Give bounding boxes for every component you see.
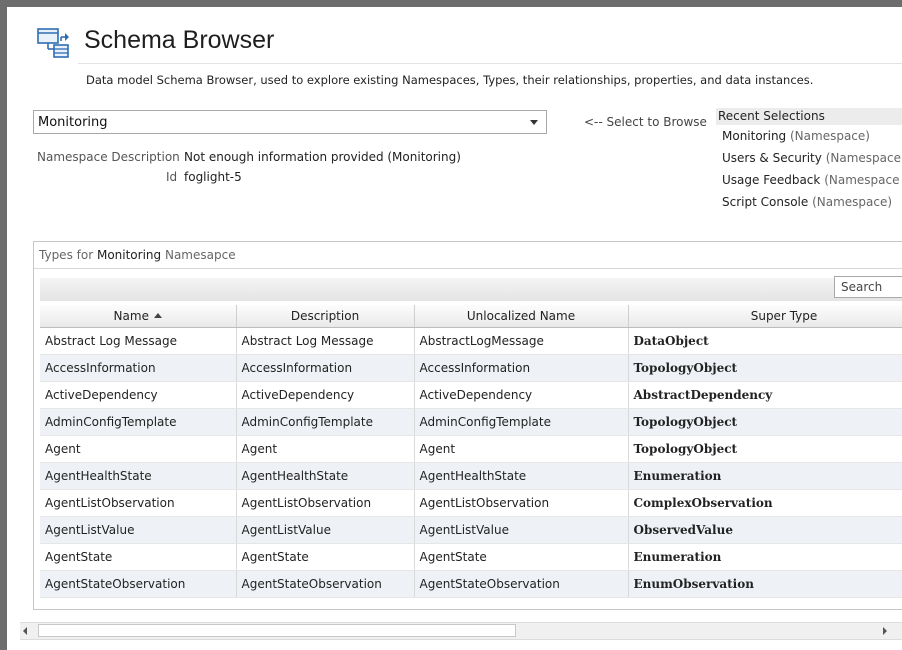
cell-super-type[interactable]: Enumeration — [628, 462, 902, 490]
types-panel: Types for Monitoring Namesapce Search Na… — [33, 241, 902, 610]
cell-name: AgentHealthState — [40, 462, 237, 490]
cell-super-type[interactable]: Enumeration — [628, 543, 902, 571]
cell-unlocalized-name: AdminConfigTemplate — [414, 408, 629, 436]
recent-item-monitoring[interactable]: Monitoring (Namespace) — [716, 125, 902, 147]
namespace-id-value: foglight-5 — [184, 170, 242, 184]
types-table: Name Description Unlocalized Name Super … — [40, 305, 902, 598]
recent-item-type: (Namespace — [825, 151, 901, 165]
types-panel-caption: Types for Monitoring Namesapce — [39, 248, 236, 262]
cell-description: AccessInformation — [236, 354, 415, 382]
title-divider — [78, 63, 902, 64]
cell-unlocalized-name: ActiveDependency — [414, 381, 629, 409]
column-header-super-type[interactable]: Super Type — [628, 305, 902, 328]
recent-item-users-security[interactable]: Users & Security (Namespace — [716, 147, 902, 169]
table-row[interactable]: AgentListValue AgentListValue AgentListV… — [40, 516, 902, 544]
window-frame-left — [0, 0, 7, 650]
page-subtitle: Data model Schema Browser, used to explo… — [86, 73, 814, 87]
cell-super-type[interactable]: ComplexObservation — [628, 489, 902, 517]
cell-description: Agent — [236, 435, 415, 463]
recent-selections-panel: Recent Selections Monitoring (Namespace)… — [716, 108, 902, 218]
recent-item-type: (Namespace) — [812, 195, 893, 209]
cell-unlocalized-name: AgentListObservation — [414, 489, 629, 517]
cell-name: Agent — [40, 435, 237, 463]
cell-super-type[interactable]: ObservedValue — [628, 516, 902, 544]
table-header-row: Name Description Unlocalized Name Super … — [40, 305, 902, 328]
cell-description: AgentListObservation — [236, 489, 415, 517]
cell-super-type[interactable]: DataObject — [628, 327, 902, 355]
table-row[interactable]: AdminConfigTemplate AdminConfigTemplate … — [40, 408, 902, 436]
recent-item-name: Script Console — [722, 195, 809, 209]
column-header-description[interactable]: Description — [236, 305, 415, 328]
table-row[interactable]: AccessInformation AccessInformation Acce… — [40, 354, 902, 382]
caption-prefix: Types for — [39, 248, 94, 262]
recent-item-script-console[interactable]: Script Console (Namespace) — [716, 191, 902, 213]
cell-unlocalized-name: AbstractLogMessage — [414, 327, 629, 355]
scroll-right-arrow-icon[interactable] — [883, 627, 887, 635]
sort-ascending-icon — [153, 313, 162, 318]
cell-description: AgentListValue — [236, 516, 415, 544]
cell-super-type[interactable]: TopologyObject — [628, 408, 902, 436]
cell-unlocalized-name: AgentStateObservation — [414, 570, 629, 598]
cell-name: Abstract Log Message — [40, 327, 237, 355]
schema-browser-icon — [37, 28, 69, 58]
cell-super-type[interactable]: TopologyObject — [628, 435, 902, 463]
table-row[interactable]: AgentStateObservation AgentStateObservat… — [40, 570, 902, 598]
namespace-description-value: Not enough information provided (Monitor… — [184, 150, 461, 164]
recent-item-name: Usage Feedback — [722, 173, 821, 187]
column-header-unlocalized-name[interactable]: Unlocalized Name — [414, 305, 629, 328]
cell-super-type[interactable]: TopologyObject — [628, 354, 902, 382]
select-hint: <-- Select to Browse — [584, 115, 707, 129]
table-toolbar — [40, 278, 902, 301]
page-title: Schema Browser — [84, 26, 275, 54]
cell-name: AgentListObservation — [40, 489, 237, 517]
cell-name: ActiveDependency — [40, 381, 237, 409]
scrollbar-thumb[interactable] — [38, 624, 516, 637]
cell-unlocalized-name: Agent — [414, 435, 629, 463]
window-frame-top — [0, 0, 902, 7]
search-input[interactable]: Search — [834, 276, 902, 298]
table-row[interactable]: AgentHealthState AgentHealthState AgentH… — [40, 462, 902, 490]
scroll-left-arrow-icon[interactable] — [23, 627, 27, 635]
cell-unlocalized-name: AccessInformation — [414, 354, 629, 382]
cell-unlocalized-name: AgentListValue — [414, 516, 629, 544]
table-row[interactable]: AgentListObservation AgentListObservatio… — [40, 489, 902, 517]
chevron-down-icon[interactable] — [530, 120, 538, 125]
cell-name: AgentStateObservation — [40, 570, 237, 598]
table-row[interactable]: Abstract Log Message Abstract Log Messag… — [40, 327, 902, 355]
cell-name: AgentState — [40, 543, 237, 571]
recent-item-type: (Namespace) — [790, 129, 870, 143]
cell-description: Abstract Log Message — [236, 327, 415, 355]
caption-namespace: Monitoring — [96, 248, 162, 262]
recent-item-usage-feedback[interactable]: Usage Feedback (Namespace — [716, 169, 902, 191]
recent-selections-header: Recent Selections — [716, 108, 902, 125]
table-row[interactable]: Agent Agent Agent TopologyObject — [40, 435, 902, 463]
namespace-dropdown-value: Monitoring — [38, 115, 108, 130]
namespace-id-label: Id — [166, 170, 178, 184]
cell-super-type[interactable]: AbstractDependency — [628, 381, 902, 409]
column-header-label: Name — [113, 309, 149, 323]
cell-description: ActiveDependency — [236, 381, 415, 409]
namespace-description-label: Namespace Description — [37, 150, 180, 164]
namespace-dropdown[interactable]: Monitoring — [33, 110, 547, 134]
recent-item-name: Monitoring — [722, 129, 787, 143]
table-row[interactable]: ActiveDependency ActiveDependency Active… — [40, 381, 902, 409]
cell-super-type[interactable]: EnumObservation — [628, 570, 902, 598]
horizontal-scrollbar[interactable] — [20, 622, 902, 640]
cell-description: AgentState — [236, 543, 415, 571]
cell-description: AgentHealthState — [236, 462, 415, 490]
table-row[interactable]: AgentState AgentState AgentState Enumera… — [40, 543, 902, 571]
cell-name: AdminConfigTemplate — [40, 408, 237, 436]
cell-unlocalized-name: AgentState — [414, 543, 629, 571]
cell-name: AgentListValue — [40, 516, 237, 544]
caption-suffix: Namesapce — [164, 248, 236, 262]
cell-description: AgentStateObservation — [236, 570, 415, 598]
column-header-name[interactable]: Name — [40, 305, 237, 328]
recent-item-type: (Namespace — [824, 173, 900, 187]
recent-item-name: Users & Security — [722, 151, 822, 165]
cell-unlocalized-name: AgentHealthState — [414, 462, 629, 490]
cell-name: AccessInformation — [40, 354, 237, 382]
caption-divider — [34, 268, 902, 269]
cell-description: AdminConfigTemplate — [236, 408, 415, 436]
